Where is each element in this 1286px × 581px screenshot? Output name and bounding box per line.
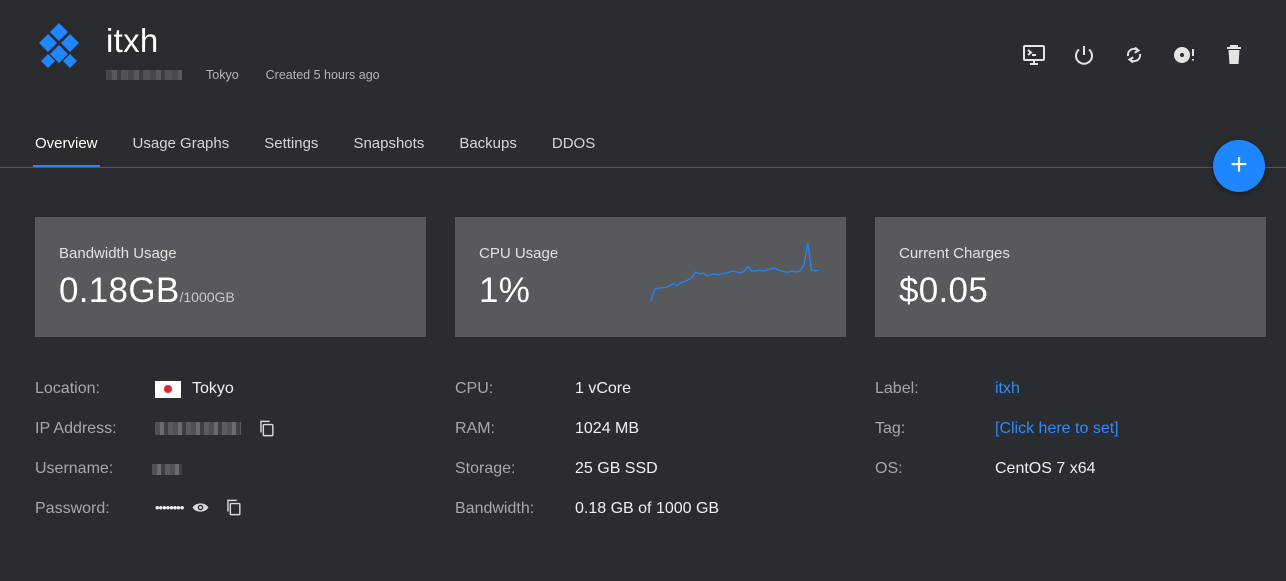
- location-row: Location:: [35, 379, 100, 399]
- location-text: Tokyo: [192, 380, 234, 397]
- cpu-label: CPU:: [455, 380, 494, 397]
- power-button[interactable]: [1072, 40, 1096, 70]
- redacted-username: [152, 463, 182, 475]
- username-value: [152, 461, 182, 477]
- tab-ddos[interactable]: DDOS: [552, 134, 595, 167]
- tag-row: Tag:: [875, 419, 905, 439]
- bandwidth-card-value: 0.18GB/1000GB: [59, 271, 235, 311]
- password-value: ••••••••: [155, 497, 243, 517]
- storage-value: 25 GB SSD: [575, 460, 658, 477]
- add-button[interactable]: +: [1213, 140, 1265, 192]
- copy-icon: [260, 420, 274, 436]
- iso-disc-icon: [1174, 47, 1194, 63]
- username-row: Username:: [35, 459, 113, 479]
- tab-usage-graphs[interactable]: Usage Graphs: [133, 134, 230, 167]
- storage-label: Storage:: [455, 460, 516, 477]
- storage-row: Storage:: [455, 459, 515, 479]
- destroy-button[interactable]: [1222, 40, 1246, 70]
- ip-row: IP Address:: [35, 419, 117, 439]
- copy-icon: [227, 499, 241, 515]
- cpu-sparkline-line: [650, 242, 820, 302]
- server-subline: Tokyo Created 5 hours ago: [106, 67, 380, 83]
- redacted-ip: [155, 421, 241, 435]
- plus-icon: +: [1230, 147, 1248, 181]
- label-label: Label:: [875, 380, 919, 397]
- password-row: Password:: [35, 499, 110, 519]
- iso-button[interactable]: [1172, 40, 1196, 70]
- tab-snapshots[interactable]: Snapshots: [353, 134, 424, 167]
- bandwidth-value: 0.18 GB of 1000 GB: [575, 500, 720, 517]
- restart-icon: [1126, 46, 1142, 64]
- charges-card-label: Current Charges: [899, 245, 1010, 262]
- tab-settings[interactable]: Settings: [264, 134, 318, 167]
- copy-ip-button[interactable]: [257, 419, 276, 438]
- cpu-sparkline: [650, 242, 820, 302]
- label-row: Label:: [875, 379, 919, 399]
- console-button[interactable]: [1022, 40, 1046, 70]
- ram-row: RAM:: [455, 419, 495, 439]
- cpu-card: CPU Usage 1%: [455, 217, 846, 337]
- os-value: CentOS 7 x64: [995, 460, 1096, 477]
- password-label: Password:: [35, 500, 110, 517]
- console-icon: [1023, 45, 1045, 65]
- location-value: Tokyo: [155, 379, 234, 399]
- server-title: itxh: [106, 22, 159, 59]
- power-icon: [1075, 46, 1093, 65]
- trash-icon: [1227, 45, 1241, 64]
- copy-password-button[interactable]: [224, 498, 243, 517]
- bandwidth-used: 0.18GB: [59, 271, 180, 310]
- show-password-button[interactable]: [191, 498, 210, 517]
- ip-value: [155, 418, 276, 438]
- server-tabs: Overview Usage Graphs Settings Snapshots…: [33, 134, 630, 167]
- username-label: Username:: [35, 460, 114, 477]
- bandwidth-card: Bandwidth Usage 0.18GB/1000GB: [35, 217, 426, 337]
- os-label: OS:: [875, 460, 903, 477]
- eye-icon: [193, 502, 209, 512]
- created-time: Created 5 hours ago: [265, 68, 380, 82]
- os-row: OS:: [875, 459, 903, 479]
- server-toolbar: [1022, 40, 1246, 70]
- charges-card-value: $0.05: [899, 271, 989, 310]
- ram-label: RAM:: [455, 420, 495, 437]
- restart-button[interactable]: [1122, 40, 1146, 70]
- charges-card: Current Charges $0.05: [875, 217, 1266, 337]
- japan-flag-icon: [155, 380, 181, 398]
- cpu-value: 1 vCore: [575, 380, 632, 397]
- tab-backups[interactable]: Backups: [459, 134, 517, 167]
- tag-label: Tag:: [875, 420, 906, 437]
- tab-overview[interactable]: Overview: [33, 134, 100, 167]
- label-value-link[interactable]: itxh: [995, 379, 1020, 399]
- ip-label: IP Address:: [35, 420, 117, 437]
- bandwidth-label: Bandwidth:: [455, 500, 535, 517]
- location-label: Location:: [35, 380, 100, 397]
- redacted-hostname: [106, 70, 182, 80]
- bandwidth-row: Bandwidth:: [455, 499, 534, 519]
- cpu-row: CPU:: [455, 379, 493, 399]
- bandwidth-card-label: Bandwidth Usage: [59, 245, 177, 262]
- password-masked: ••••••••: [155, 499, 184, 515]
- vultr-logo-icon: [39, 23, 79, 68]
- server-location: Tokyo: [206, 68, 239, 82]
- set-tag-link[interactable]: [Click here to set]: [995, 419, 1119, 439]
- tabs-divider: [0, 167, 1286, 168]
- cpu-card-value: 1%: [479, 271, 531, 310]
- bandwidth-total: /1000GB: [179, 289, 235, 305]
- ram-value: 1024 MB: [575, 420, 640, 437]
- cpu-card-label: CPU Usage: [479, 245, 559, 262]
